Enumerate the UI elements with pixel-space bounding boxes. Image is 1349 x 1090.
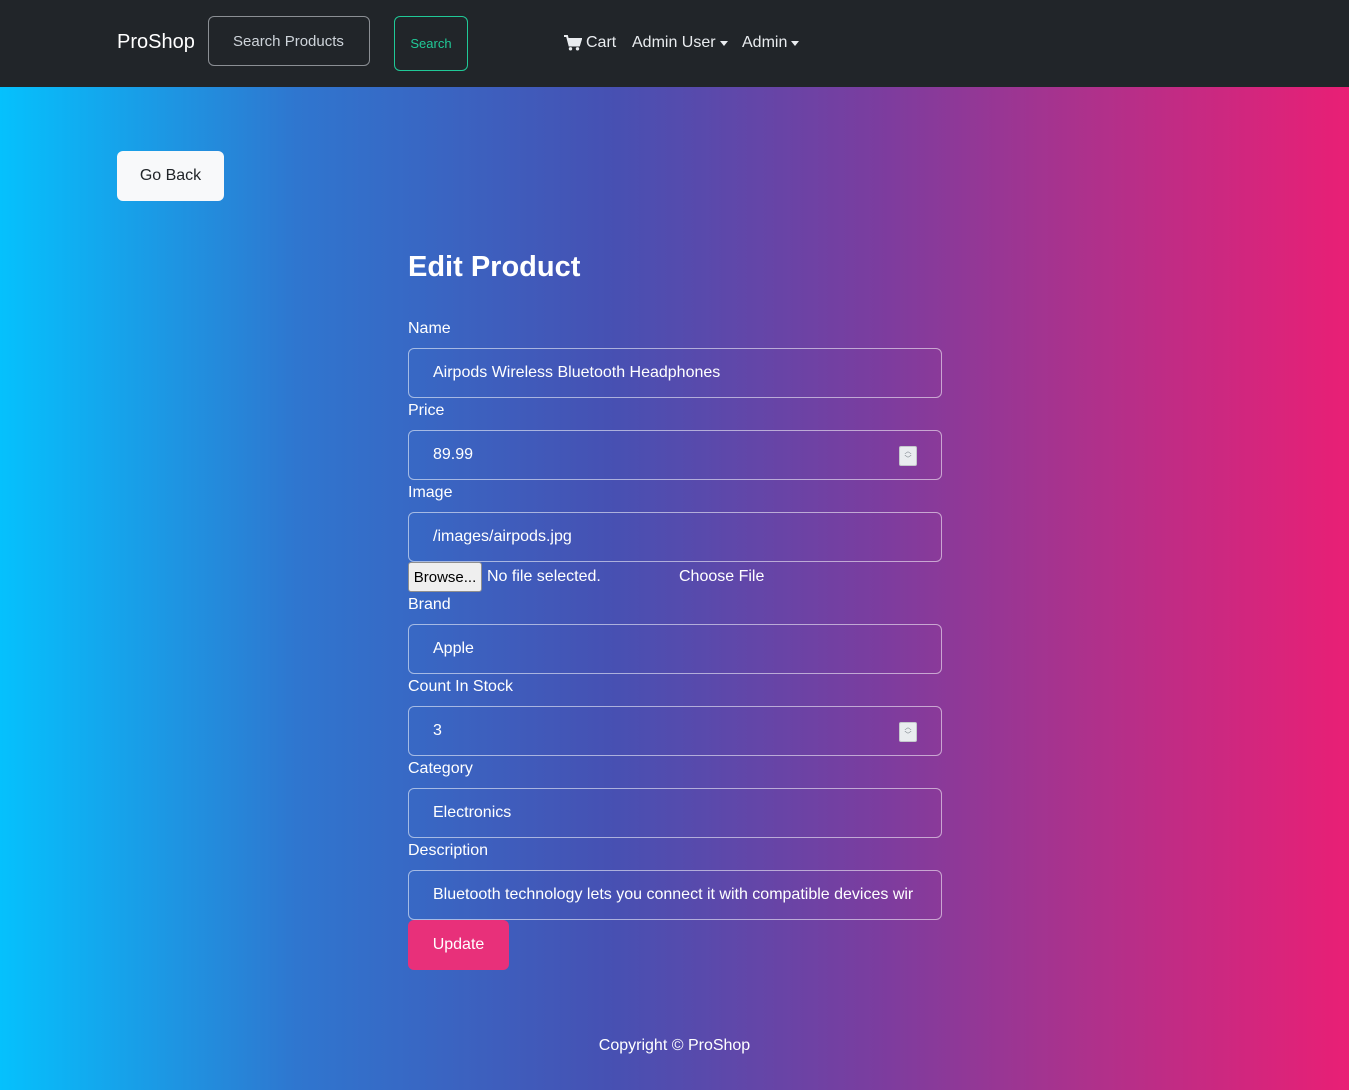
image-input[interactable]: /images/airpods.jpg xyxy=(408,512,942,562)
price-input[interactable]: 89.99 ︿ ﹀ xyxy=(408,430,942,480)
admin-user-label: Admin User xyxy=(632,34,716,51)
browse-button[interactable]: Browse... xyxy=(408,562,482,592)
footer-copyright: Copyright © ProShop xyxy=(598,1037,751,1054)
price-stepper[interactable]: ︿ ﹀ xyxy=(899,446,917,466)
image-label: Image xyxy=(408,484,453,501)
cart-link[interactable]: Cart xyxy=(564,34,616,52)
go-back-button[interactable]: Go Back xyxy=(117,151,224,201)
admin-dropdown[interactable]: Admin xyxy=(742,34,800,52)
choose-file-label[interactable]: Choose File xyxy=(679,568,764,586)
search-input[interactable] xyxy=(208,16,370,66)
search-button[interactable]: Search xyxy=(394,16,468,71)
name-label: Name xyxy=(408,320,451,337)
brand-input[interactable]: Apple xyxy=(408,624,942,674)
navbar: ProShop Search Cart Admin User Admin xyxy=(0,0,1349,87)
count-in-stock-input[interactable]: 3 ︿ ﹀ xyxy=(408,706,942,756)
update-button[interactable]: Update xyxy=(408,920,509,970)
brand-label: Brand xyxy=(408,596,451,613)
page-title: Edit Product xyxy=(408,251,581,283)
category-label: Category xyxy=(408,760,473,777)
count-stepper[interactable]: ︿ ﹀ xyxy=(899,722,917,742)
file-status: No file selected. xyxy=(487,568,601,585)
caret-down-icon xyxy=(791,40,800,46)
admin-user-dropdown[interactable]: Admin User xyxy=(632,34,728,52)
description-input[interactable]: Bluetooth technology lets you connect it… xyxy=(408,870,942,920)
count-in-stock-value: 3 xyxy=(433,722,442,739)
name-input[interactable]: Airpods Wireless Bluetooth Headphones xyxy=(408,348,942,398)
category-input[interactable]: Electronics xyxy=(408,788,942,838)
admin-label: Admin xyxy=(742,34,788,51)
price-value: 89.99 xyxy=(433,446,474,463)
count-in-stock-label: Count In Stock xyxy=(408,678,513,695)
cart-label: Cart xyxy=(586,34,617,51)
caret-down-icon xyxy=(719,40,728,46)
description-label: Description xyxy=(408,842,489,859)
shopping-cart-icon xyxy=(564,35,582,51)
brand-logo[interactable]: ProShop xyxy=(117,31,195,54)
price-label: Price xyxy=(408,402,445,419)
